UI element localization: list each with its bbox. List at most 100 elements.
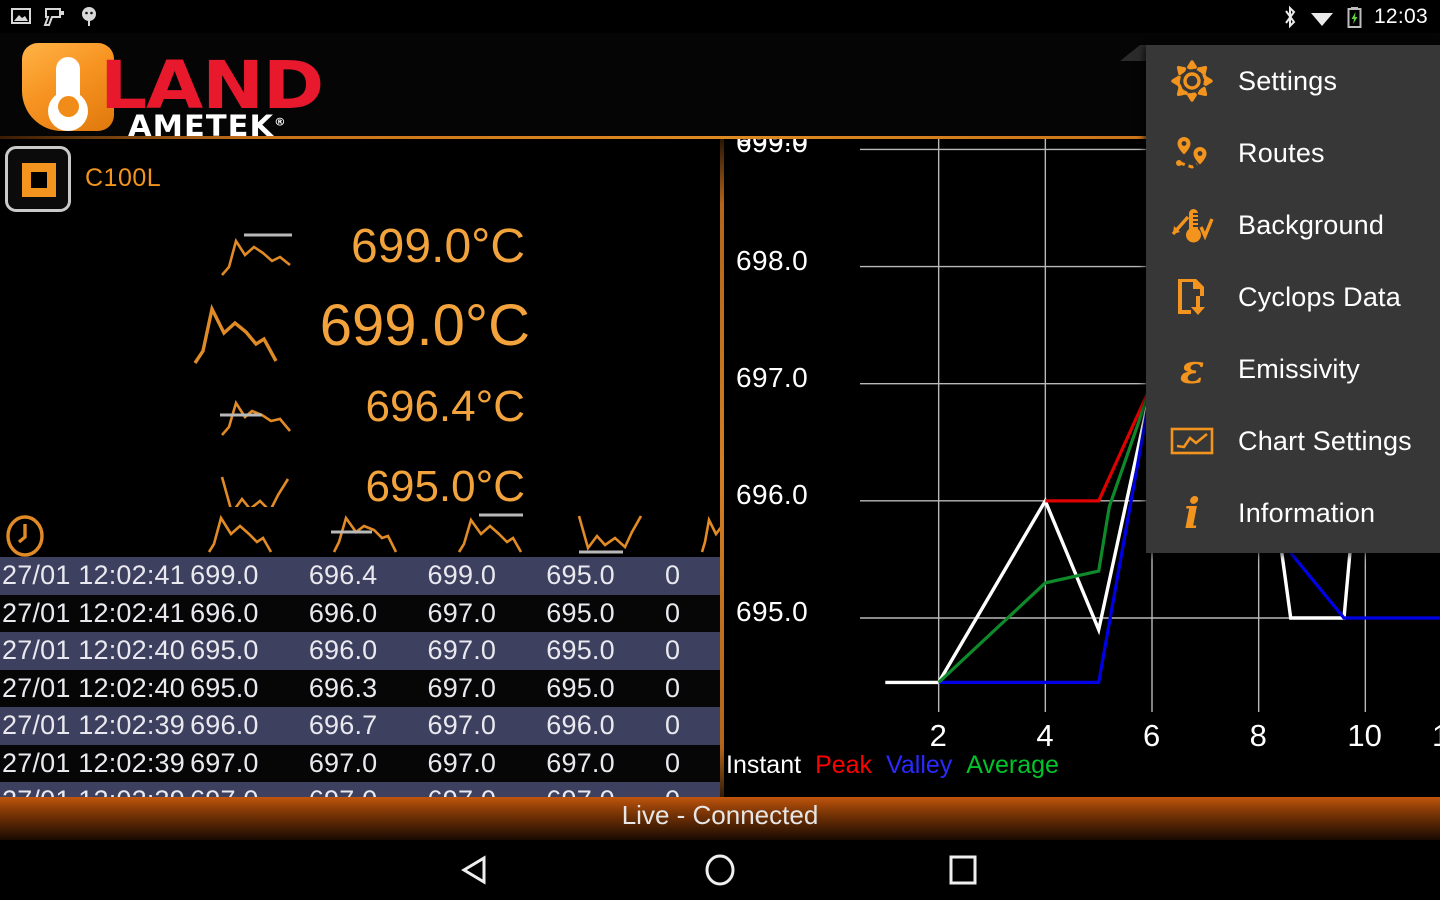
table-row[interactable]: 27/01 12:02:39 696.0 696.7 697.0 696.0 0 — [0, 707, 722, 745]
cell-time: 27/01 12:02:40 — [2, 635, 185, 666]
cell-instant: 696.0 — [190, 710, 259, 741]
back-triangle-icon — [461, 855, 486, 885]
readout-value: 699.0°C — [351, 220, 525, 273]
readout-list: 699.0°C 699.0°C 696.4°C 695.0°C — [0, 217, 722, 537]
chart-x-tick-label: 10 — [1347, 718, 1382, 753]
cell-instant: 696.0 — [190, 597, 259, 628]
android-bug-icon — [82, 7, 96, 26]
menu-item-settings[interactable]: Settings — [1146, 45, 1440, 117]
land-ametek-logo: LAND AMETEK® — [22, 39, 324, 138]
cell-valley: 695.0 — [546, 672, 615, 703]
probe-selector-button[interactable] — [5, 146, 71, 212]
thermometer-gun-icon — [43, 8, 64, 26]
table-row[interactable]: 27/01 12:02:41 699.0 696.4 699.0 695.0 0 — [0, 557, 722, 595]
instant-sparkline-icon — [193, 303, 278, 364]
valley-sparkline-icon — [577, 515, 643, 554]
recents-square-icon — [949, 855, 977, 885]
cell-time: 27/01 12:02:41 — [2, 597, 185, 628]
cell-average: 696.4 — [308, 560, 378, 591]
table-row[interactable]: 27/01 12:02:40 695.0 696.3 697.0 695.0 0 — [0, 669, 722, 707]
cell-peak: 699.0 — [427, 560, 497, 591]
table-header-row — [0, 507, 722, 557]
table-row[interactable]: 27/01 12:02:41 696.0 696.0 697.0 695.0 0 — [0, 594, 722, 632]
readout-value: 695.0°C — [365, 462, 525, 511]
cell-extra: 0 — [665, 672, 681, 703]
background-temp-icon — [1146, 203, 1238, 247]
readings-table[interactable]: 27/01 12:02:41 699.0 696.4 699.0 695.0 0 27/0… — [0, 507, 722, 800]
menu-item-emissivity[interactable]: ε Emissivity — [1146, 333, 1440, 405]
menu-item-information[interactable]: i Information — [1146, 477, 1440, 549]
logo-registered-mark: ® — [274, 115, 287, 129]
square-target-icon — [22, 163, 56, 197]
thermometer-bulb-hole — [58, 96, 79, 117]
cell-time: 27/01 12:02:40 — [2, 672, 185, 703]
menu-item-label: Emissivity — [1238, 353, 1360, 384]
logo-ametek-text: AMETEK® — [128, 109, 287, 138]
cell-extra: 0 — [665, 560, 681, 591]
menu-item-label: Settings — [1238, 65, 1338, 96]
instant-sparkline-icon — [207, 514, 273, 553]
image-icon — [11, 8, 31, 24]
chart-y-tick-label: 698.0 — [736, 244, 809, 276]
cell-instant: 695.0 — [190, 672, 259, 703]
menu-item-label: Chart Settings — [1238, 425, 1412, 456]
menu-item-routes[interactable]: Routes — [1146, 117, 1440, 189]
home-circle-icon — [705, 854, 735, 886]
panel-divider — [720, 139, 724, 800]
cell-time: 27/01 12:02:39 — [2, 710, 185, 741]
cell-extra: 0 — [665, 635, 681, 666]
cell-instant: 699.0 — [190, 560, 259, 591]
chart-y-tick-label: 697.0 — [736, 361, 809, 393]
connection-status-bar: Live - Connected — [0, 797, 1440, 840]
cell-extra: 0 — [665, 710, 681, 741]
chart-legend: Instant Peak Valley Average — [726, 751, 1073, 780]
chart-box-icon — [1146, 421, 1238, 461]
android-navigation-bar — [0, 840, 1440, 900]
chart-y-tick-label: 696.0 — [736, 478, 809, 510]
menu-item-label: Information — [1238, 497, 1376, 528]
chart-x-tick-label: 2 — [929, 718, 947, 753]
chart-legend-item-instant: Instant — [726, 751, 802, 779]
cell-instant: 697.0 — [190, 747, 259, 778]
connection-status-text: Live - Connected — [621, 800, 819, 830]
chart-x-tick-label: 4 — [1036, 718, 1054, 753]
cell-time: 27/01 12:02:41 — [2, 560, 185, 591]
menu-item-cyclops-data[interactable]: Cyclops Data — [1146, 261, 1440, 333]
battery-charging-icon — [1347, 7, 1362, 28]
average-sparkline-icon — [220, 399, 291, 436]
table-row[interactable]: 27/01 12:02:39697.0697.0697.0697.00 — [0, 744, 722, 782]
table-body: 27/01 12:02:41 699.0 696.4 699.0 695.0 0 27/0… — [0, 557, 722, 800]
android-status-bar: 12:03 — [0, 0, 1440, 33]
readout-value: 699.0°C — [319, 293, 530, 358]
cell-valley: 695.0 — [546, 635, 615, 666]
nav-home-button[interactable] — [690, 850, 750, 890]
cell-valley: 696.0 — [546, 710, 615, 741]
cell-extra: 0 — [665, 747, 681, 778]
cell-average: 697.0 — [308, 747, 378, 778]
readout-row: 699.0°C — [0, 217, 722, 297]
chart-x-tick-label: 8 — [1249, 718, 1267, 753]
status-bar-clock: 12:03 — [1373, 5, 1428, 28]
menu-item-label: Cyclops Data — [1238, 281, 1401, 312]
chart-y-tick-label-top: 699.0 — [736, 139, 808, 153]
menu-item-background[interactable]: Background — [1146, 189, 1440, 261]
cell-valley: 695.0 — [546, 597, 615, 628]
chart-x-tick-label: 1 — [1432, 718, 1440, 754]
epsilon-icon: ε — [1146, 347, 1238, 391]
cell-peak: 697.0 — [427, 747, 497, 778]
menu-item-chart-settings[interactable]: Chart Settings — [1146, 405, 1440, 477]
bluetooth-icon — [1285, 5, 1296, 29]
file-download-icon — [1146, 275, 1238, 319]
cell-average: 696.7 — [308, 710, 378, 741]
nav-back-button[interactable] — [448, 850, 508, 890]
table-row[interactable]: 27/01 12:02:40 695.0 696.0 697.0 695.0 0 — [0, 632, 722, 670]
chart-legend-item-peak: Peak — [815, 751, 873, 779]
cell-valley: 697.0 — [546, 747, 615, 778]
svg-text:ε: ε — [1180, 347, 1204, 391]
average-sparkline-icon — [331, 515, 398, 553]
cell-average: 696.0 — [308, 597, 378, 628]
status-bar-system-icons: 12:03 — [1282, 3, 1428, 31]
overflow-menu[interactable]: Settings Routes Background Cyclops Data … — [1146, 45, 1440, 553]
nav-recents-button[interactable] — [933, 850, 993, 890]
cell-peak: 697.0 — [427, 672, 497, 703]
